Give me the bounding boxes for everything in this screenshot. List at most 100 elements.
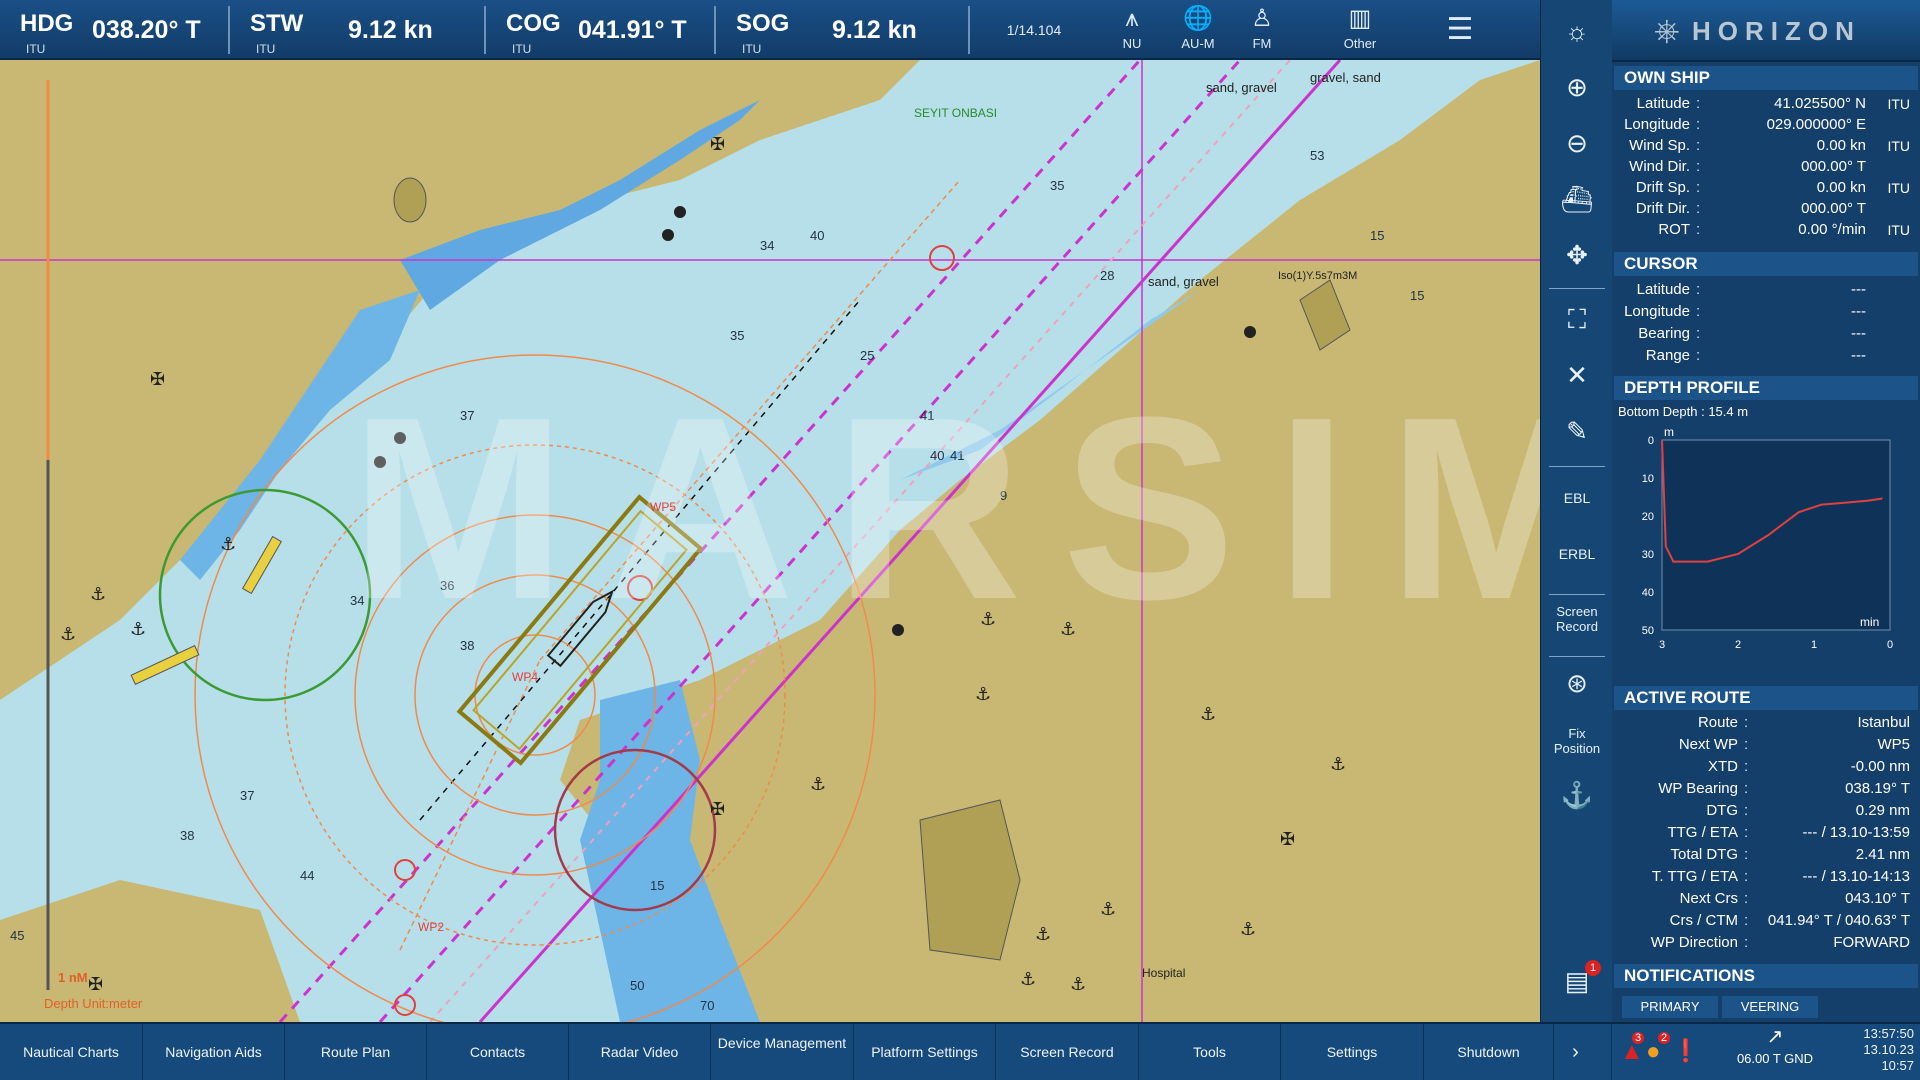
cursor-key: Longitude: [1624, 303, 1690, 320]
route-key: T. TTG / ETA: [1651, 868, 1738, 885]
colon: :: [1744, 802, 1749, 819]
stw-source: ITU: [256, 42, 276, 56]
own-ship-row: Wind Dir.: 000.00° T: [1614, 157, 1918, 177]
menu-button-platform-settings[interactable]: Platform Settings: [854, 1024, 996, 1080]
menu-button-contacts[interactable]: Contacts: [427, 1024, 569, 1080]
notifications-stack-button[interactable]: ▤ 1: [1541, 960, 1613, 997]
sog-value: 9.12 kn: [832, 16, 917, 44]
colon: :: [1696, 347, 1701, 364]
route-row: XTD: -0.00 nm: [1614, 756, 1918, 778]
route-row: Next Crs: 043.10° T: [1614, 888, 1918, 910]
tab-primary[interactable]: PRIMARY: [1622, 996, 1718, 1018]
seabed-label: gravel, sand: [1310, 70, 1381, 85]
chart-scale-button[interactable]: 1/14.104: [984, 0, 1084, 60]
menu-button-navigation-aids[interactable]: Navigation Aids: [143, 1024, 285, 1080]
svg-text:44: 44: [300, 868, 314, 883]
svg-text:⚓: ⚓: [1240, 919, 1256, 940]
own-ship-row: Latitude: 41.025500° N ITU: [1614, 94, 1918, 114]
nautical-chart-map[interactable]: 34 40 41 40 37 36 34 38 38 37 44 45 50 70 15 28 35 1…: [0, 60, 1540, 1022]
colon: :: [1696, 95, 1701, 112]
measure-button[interactable]: ✕: [1541, 360, 1613, 391]
erbl-button[interactable]: ERBL: [1541, 546, 1613, 562]
colon: :: [1744, 890, 1749, 907]
sog-label: SOG: [736, 10, 790, 37]
clock-date: 13.10.23: [1863, 1042, 1914, 1057]
zoom-in-button[interactable]: ⊕: [1541, 72, 1613, 103]
menu-list-icon[interactable]: ☰: [1430, 0, 1490, 60]
notification-badge: 1: [1585, 960, 1601, 976]
svg-text:⚓: ⚓: [1100, 899, 1116, 920]
zoom-in-icon: ⊕: [1566, 72, 1588, 102]
globe-icon: 🌐: [1183, 5, 1213, 32]
expand-menu-button[interactable]: ›: [1540, 1024, 1612, 1080]
bottom-depth-value: Bottom Depth : 15.4 m: [1618, 404, 1749, 419]
svg-text:35: 35: [1050, 178, 1064, 193]
route-value: 041.94° T / 040.63° T: [1767, 912, 1910, 929]
route-key: TTG / ETA: [1667, 824, 1738, 841]
own-ship-key: Wind Dir.: [1629, 158, 1690, 175]
menu-button-shutdown[interactable]: Shutdown: [1424, 1024, 1554, 1080]
fm-button[interactable]: ♙ FM: [1232, 0, 1292, 60]
svg-text:34: 34: [760, 238, 774, 253]
svg-text:53: 53: [1310, 148, 1324, 163]
svg-text:15: 15: [650, 878, 664, 893]
tab-veering[interactable]: VEERING: [1722, 996, 1818, 1018]
au-m-button[interactable]: 🌐 AU-M: [1168, 0, 1228, 60]
sog-block: SOG ITU 9.12 kn: [716, 0, 966, 60]
cog-block: COG ITU 041.91° T: [486, 0, 714, 60]
fix-position-button[interactable]: Fix Position: [1541, 726, 1613, 756]
route-key: Total DTG: [1670, 846, 1738, 863]
menu-button-device-management[interactable]: Device Management: [711, 1024, 854, 1080]
route-row: Next WP: WP5: [1614, 734, 1918, 756]
menu-button-radar-video[interactable]: Radar Video: [569, 1024, 711, 1080]
svg-text:40: 40: [810, 228, 824, 243]
menu-button-route-plan[interactable]: Route Plan: [285, 1024, 427, 1080]
anchor-button[interactable]: ⚓: [1541, 780, 1613, 811]
zoom-out-button[interactable]: ⊖: [1541, 128, 1613, 159]
cog-source: ITU: [512, 42, 532, 56]
other-button[interactable]: ▥ Other: [1330, 0, 1390, 60]
own-ship-row: ROT: 0.00 °/min ITU: [1614, 220, 1918, 240]
route-key: Next WP: [1678, 736, 1738, 753]
divider: [1549, 594, 1605, 595]
notifications-header: NOTIFICATIONS: [1614, 964, 1918, 988]
colon: :: [1696, 281, 1701, 298]
cross-tools-icon: ✕: [1566, 360, 1588, 390]
divider: [968, 6, 970, 54]
svg-text:37: 37: [240, 788, 254, 803]
fit-screen-button[interactable]: ⛶: [1541, 304, 1613, 336]
scale-label: 1 nM: [58, 970, 88, 985]
depth-x-tick: 0: [1887, 639, 1893, 651]
brightness-button[interactable]: ☼: [1541, 16, 1613, 47]
menu-button-screen-record[interactable]: Screen Record: [996, 1024, 1139, 1080]
alarm-indicators[interactable]: ▲ 3 ● 2 ❗: [1612, 1024, 1700, 1080]
pan-button[interactable]: ✥: [1541, 240, 1613, 271]
seyit-onbasi-label: SEYIT ONBASI: [914, 106, 998, 120]
depth-x-tick: 2: [1735, 639, 1741, 651]
lifebuoy-button[interactable]: ⊛: [1541, 668, 1613, 699]
active-route-header: ACTIVE ROUTE: [1614, 686, 1918, 710]
own-ship-value: 0.00 kn: [1816, 137, 1866, 154]
route-row: Route: Istanbul: [1614, 712, 1918, 734]
depth-profile-chart: m min 010203040503 2 1 0: [1642, 425, 1893, 651]
own-ship-key: Drift Sp.: [1635, 179, 1690, 196]
helm-icon: ⎈: [1654, 12, 1680, 48]
center-ship-button[interactable]: ⛴: [1541, 184, 1613, 215]
north-up-button[interactable]: ⩚ NU: [1102, 0, 1162, 60]
north-up-label: NU: [1122, 36, 1142, 51]
svg-text:15: 15: [1370, 228, 1384, 243]
svg-text:⚓: ⚓: [220, 534, 236, 555]
svg-text:⚓: ⚓: [810, 774, 826, 795]
own-ship-row: Drift Dir.: 000.00° T: [1614, 199, 1918, 219]
draw-button[interactable]: ✎: [1541, 416, 1613, 447]
cursor-value: ---: [1851, 347, 1866, 364]
svg-text:⚓: ⚓: [130, 619, 146, 640]
menu-button-tools[interactable]: Tools: [1139, 1024, 1281, 1080]
divider: [1549, 466, 1605, 467]
menu-button-settings[interactable]: Settings: [1281, 1024, 1424, 1080]
lifebuoy-icon: ⊛: [1566, 668, 1588, 698]
screen-record-button[interactable]: Screen Record: [1541, 604, 1613, 634]
own-ship-row: Drift Sp.: 0.00 kn ITU: [1614, 178, 1918, 198]
menu-button-nautical-charts[interactable]: Nautical Charts: [0, 1024, 143, 1080]
ebl-button[interactable]: EBL: [1541, 490, 1613, 506]
